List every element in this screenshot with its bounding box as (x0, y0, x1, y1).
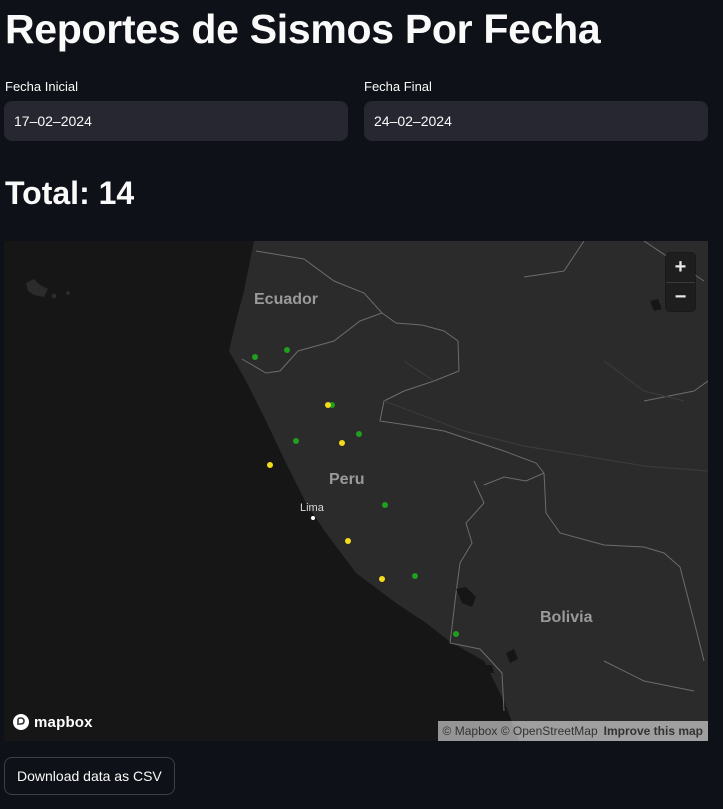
mapbox-logo[interactable]: mapbox (12, 713, 93, 731)
download-csv-button[interactable]: Download data as CSV (4, 757, 175, 795)
attribution-text[interactable]: © Mapbox © OpenStreetMap (443, 724, 598, 738)
zoom-control: + − (666, 253, 695, 311)
total-count: Total: 14 (5, 175, 135, 211)
improve-map-link[interactable]: Improve this map (604, 724, 703, 738)
page-title: Reportes de Sismos Por Fecha (5, 6, 601, 52)
zoom-in-button[interactable]: + (666, 253, 695, 282)
label-bolivia: Bolivia (540, 609, 593, 626)
map-basemap (4, 241, 708, 741)
zoom-out-button[interactable]: − (666, 282, 695, 311)
mapbox-logo-text: mapbox (34, 713, 93, 731)
label-ecuador: Ecuador (254, 291, 319, 308)
earthquake-map[interactable]: Ecuador Peru Bolivia Lima + − mapbox © M… (4, 241, 708, 741)
label-peru: Peru (329, 471, 365, 488)
map-attribution: © Mapbox © OpenStreetMap Improve this ma… (437, 721, 708, 741)
start-date-input[interactable]: 17–02–2024 (4, 101, 348, 141)
mapbox-logo-icon (13, 714, 29, 730)
end-date-input[interactable]: 24–02–2024 (364, 101, 708, 141)
end-date-label: Fecha Final (364, 79, 432, 94)
start-date-label: Fecha Inicial (5, 79, 78, 94)
label-lima: Lima (300, 502, 324, 514)
